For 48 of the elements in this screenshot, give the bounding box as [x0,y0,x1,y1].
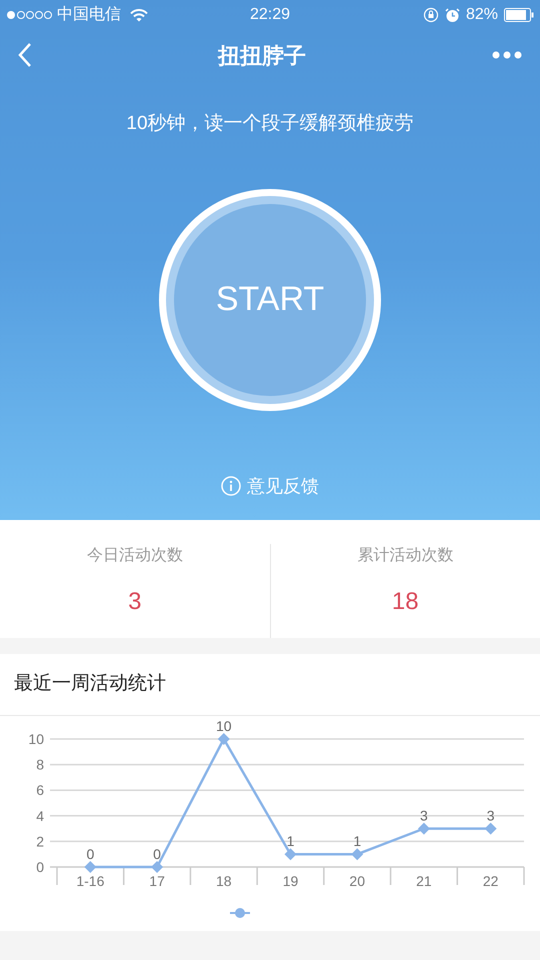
data-point [218,733,230,745]
data-point [351,848,364,860]
data-label: 3 [420,808,428,824]
data-point [84,861,96,873]
x-tick-label: 21 [416,873,432,889]
y-tick-label: 10 [28,731,44,747]
back-icon[interactable] [18,42,32,68]
chart-title: 最近一周活动统计 [14,672,166,696]
data-point [151,861,164,873]
stat-label: 累计活动次数 [357,546,454,566]
page-title: 扭扭脖子 [218,42,306,68]
alarm-icon [444,8,460,22]
data-label: 3 [486,808,495,824]
data-label: 10 [216,718,232,734]
wifi-icon [130,8,148,22]
data-label: 0 [86,846,94,862]
signal-icon [6,10,54,20]
battery-percent: 82% [466,5,498,25]
rotation-lock-icon [422,7,439,23]
more-icon[interactable] [492,51,522,59]
y-tick-label: 2 [36,833,44,850]
y-tick-label: 8 [36,756,44,773]
stat-value: 18 [392,587,419,617]
subtitle-text: 10秒钟，读一个段子缓解颈椎疲劳 [126,112,414,136]
y-tick-label: 0 [36,859,44,875]
clock-text: 22:29 [250,6,290,23]
data-label: 0 [153,846,161,862]
data-point [284,848,296,860]
data-point [484,822,497,835]
x-tick-label: 18 [216,873,232,889]
data-label: 1 [353,833,362,850]
x-tick-label: 1-16 [76,873,104,889]
battery-icon [504,8,534,22]
stat-value: 3 [128,587,142,617]
start-button[interactable]: START [174,204,366,396]
x-tick-label: 22 [482,873,498,889]
carrier-text: 中国电信 [57,4,121,25]
feedback-link[interactable]: 意见反馈 [247,472,319,500]
data-point [418,822,430,835]
x-tick-label: 19 [282,873,298,889]
x-tick-label: 20 [349,873,365,889]
x-tick-label: 17 [149,873,165,889]
y-tick-label: 4 [36,808,44,824]
y-tick-label: 6 [36,782,44,798]
legend-icon [230,908,250,918]
stat-label: 今日活动次数 [86,546,183,566]
info-icon[interactable] [221,476,241,496]
data-label: 1 [286,833,294,850]
